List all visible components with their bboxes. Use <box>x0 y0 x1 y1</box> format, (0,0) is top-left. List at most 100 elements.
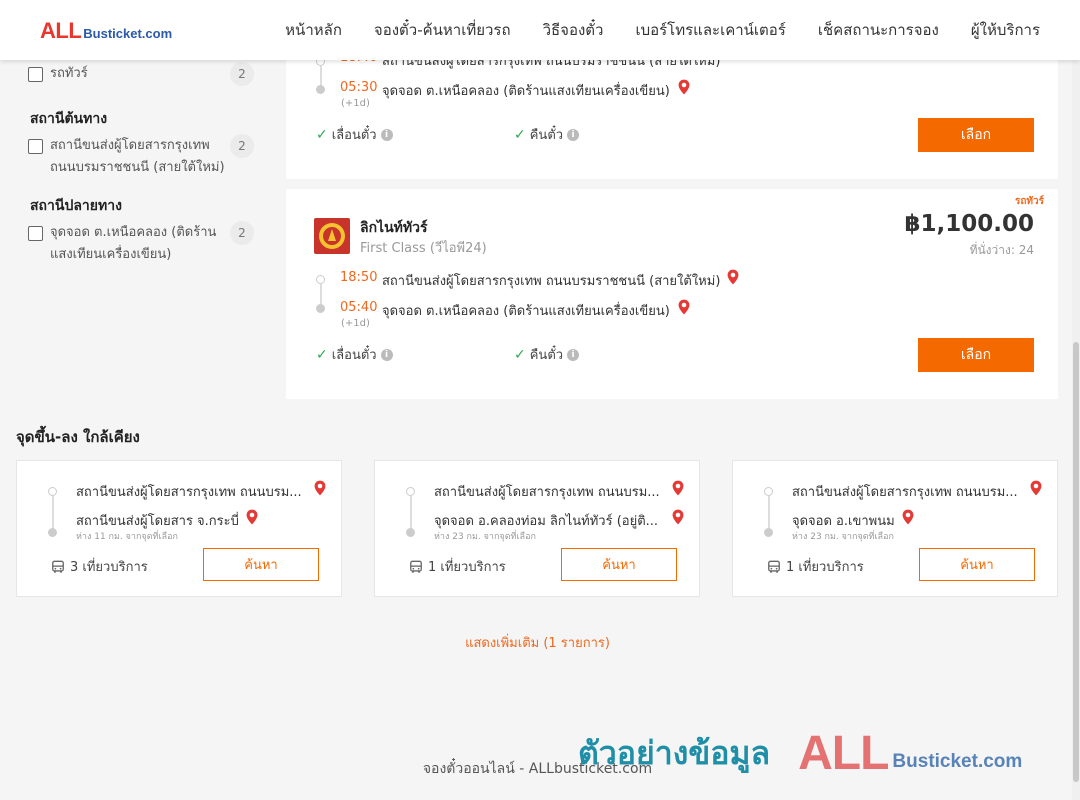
next-day-label: (+1d) <box>341 318 370 329</box>
logo-busticket-text: Busticket.com <box>83 26 173 41</box>
vehicle-type-tag: รถทัวร์ <box>1014 196 1044 207</box>
top-header: ALL Busticket.com หน้าหลัก จองตั๋ว-ค้นหา… <box>0 0 1080 60</box>
nearby-search-button[interactable]: ค้นหา <box>919 548 1035 581</box>
info-icon[interactable]: i <box>380 348 393 361</box>
feature-label: คืนตั๋ว <box>529 348 564 363</box>
feature-change-ticket: ✓ เลื่อนตั๋ว i <box>316 344 393 365</box>
departure-station: สถานีขนส่งผู้โดยสารกรุงเทพ ถนนบรมราชชนนี… <box>382 274 721 289</box>
trip-count-label: 1 เที่ยวบริการ <box>428 560 506 575</box>
nav-home[interactable]: หน้าหลัก <box>285 18 342 42</box>
feature-label: เลื่อนตั๋ว <box>331 128 377 143</box>
nearby-from-station: สถานีขนส่งผู้โดยสารกรุงเทพ ถนนบรม... <box>434 485 660 500</box>
route-end-dot <box>48 528 57 537</box>
feature-refund-ticket: ✓ คืนตั๋ว i <box>514 344 580 365</box>
operator-name: ลิกไนท์ทัวร์ <box>360 220 428 236</box>
filter-label: รถทัวร์ <box>50 66 88 81</box>
arrival-station: จุดจอด ต.เหนือคลอง (ติดร้านแสงเทียนเครื่… <box>382 84 670 99</box>
map-pin-icon[interactable] <box>677 79 691 95</box>
feature-change-ticket: ✓ เลื่อนตั๋ว i <box>316 124 393 145</box>
filter-origin-station[interactable]: สถานีขนส่งผู้โดยสารกรุงเทพ ถนนบรมราชชนนี… <box>28 134 254 175</box>
filter-destination-station[interactable]: จุดจอด ต.เหนือคลอง (ติดร้านแสงเทียนเครื่… <box>28 221 254 262</box>
filter-checkbox[interactable] <box>28 139 43 154</box>
route-line <box>768 496 770 532</box>
nearby-search-button[interactable]: ค้นหา <box>561 548 677 581</box>
check-icon: ✓ <box>316 346 328 363</box>
nav-book-search[interactable]: จองตั๋ว-ค้นหาเที่ยวรถ <box>374 18 511 42</box>
nav-how-to-book[interactable]: วิธีจองตั๋ว <box>543 18 604 42</box>
nearby-from-station: สถานีขนส่งผู้โดยสารกรุงเทพ ถนนบรม... <box>76 485 302 500</box>
nearby-from-station: สถานีขนส่งผู้โดยสารกรุงเทพ ถนนบรม... <box>792 485 1018 500</box>
map-pin-icon[interactable] <box>901 509 915 525</box>
page-scrollbar-thumb[interactable] <box>1073 342 1079 782</box>
nearby-to-station: จุดจอด อ.เขาพนม <box>792 514 895 529</box>
filter-vehicle-tour[interactable]: รถทัวร์ 2 <box>28 62 254 86</box>
bus-class: First Class (วีไอพี24) <box>360 241 487 256</box>
trip-count-label: 1 เที่ยวบริการ <box>786 560 864 575</box>
map-pin-icon[interactable] <box>671 509 685 525</box>
trip-count-label: 3 เที่ยวบริการ <box>70 560 148 575</box>
next-day-label: (+1d) <box>341 98 370 109</box>
info-icon[interactable]: i <box>380 128 393 141</box>
bus-icon <box>767 560 781 574</box>
info-icon[interactable]: i <box>567 348 580 361</box>
count-badge: 2 <box>230 62 254 86</box>
map-pin-icon[interactable] <box>677 299 691 315</box>
site-logo[interactable]: ALL Busticket.com <box>40 18 172 44</box>
departure-time: 18:50 <box>340 270 378 285</box>
main-nav: หน้าหลัก จองตั๋ว-ค้นหาเที่ยวรถ วิธีจองตั… <box>285 0 1040 60</box>
route-start-dot <box>406 487 415 496</box>
route-end-dot <box>316 85 325 94</box>
nearby-search-button[interactable]: ค้นหา <box>203 548 319 581</box>
nearby-to-station: จุดจอด อ.คลองท่อม ลิกไนท์ทัวร์ (อยู่ติ..… <box>434 514 659 529</box>
origin-station-heading: สถานีต้นทาง <box>30 111 108 127</box>
info-icon[interactable]: i <box>567 128 580 141</box>
route-line <box>320 66 322 86</box>
route-start-dot <box>764 487 773 496</box>
map-pin-icon[interactable] <box>245 509 259 525</box>
nearby-distance: ห่าง 23 กม. จากจุดที่เลือก <box>792 532 894 542</box>
ticket-price: ฿1,100.00 <box>904 211 1035 237</box>
operator-emblem-icon <box>319 223 345 249</box>
route-start-dot <box>316 275 325 284</box>
nearby-trip-count: 3 เที่ยวบริการ <box>51 556 148 577</box>
select-trip-button[interactable]: เลือก <box>918 338 1034 372</box>
arrival-time: 05:40 <box>340 300 378 315</box>
feature-label: เลื่อนตั๋ว <box>331 348 377 363</box>
seats-available: ที่นั่งว่าง: 24 <box>969 243 1034 257</box>
show-more-link[interactable]: แสดงเพิ่มเติม (1 รายการ) <box>0 632 1075 653</box>
check-icon: ✓ <box>316 126 328 143</box>
route-start-dot <box>48 487 57 496</box>
operator-logo <box>314 218 350 254</box>
nav-check-status[interactable]: เช็คสถานะการจอง <box>818 18 939 42</box>
nearby-card-1: สถานีขนส่งผู้โดยสารกรุงเทพ ถนนบรม... สถา… <box>16 460 342 597</box>
nearby-card-3: สถานีขนส่งผู้โดยสารกรุงเทพ ถนนบรม... จุด… <box>732 460 1058 597</box>
nearby-card-2: สถานีขนส่งผู้โดยสารกรุงเทพ ถนนบรม... จุด… <box>374 460 700 597</box>
map-pin-icon[interactable] <box>671 480 685 496</box>
map-pin-icon[interactable] <box>726 269 740 285</box>
nav-phone-counter[interactable]: เบอร์โทรและเคาน์เตอร์ <box>635 18 785 42</box>
filter-checkbox[interactable] <box>28 67 43 82</box>
map-pin-icon[interactable] <box>1029 480 1043 496</box>
select-trip-button[interactable]: เลือก <box>918 118 1034 152</box>
check-icon: ✓ <box>514 126 526 143</box>
count-badge: 2 <box>230 134 254 158</box>
bus-icon <box>409 560 423 574</box>
footer-text: จองตั๋วออนไลน์ - ALLbusticket.com <box>422 761 653 777</box>
feature-refund-ticket: ✓ คืนตั๋ว i <box>514 124 580 145</box>
check-icon: ✓ <box>514 346 526 363</box>
filter-label: จุดจอด ต.เหนือคลอง (ติดร้านแสงเทียนเครื่… <box>50 225 217 262</box>
filter-label: สถานีขนส่งผู้โดยสารกรุงเทพ ถนนบรมราชชนนี… <box>50 138 225 175</box>
trip-card-2: รถทัวร์ ลิกไนท์ทัวร์ First Class (วีไอพี… <box>286 189 1058 399</box>
filter-checkbox[interactable] <box>28 226 43 241</box>
destination-station-heading: สถานีปลายทาง <box>30 198 122 214</box>
nearby-trip-count: 1 เที่ยวบริการ <box>767 556 864 577</box>
count-badge: 2 <box>230 221 254 245</box>
nearby-to-station: สถานีขนส่งผู้โดยสาร จ.กระบี่ <box>76 514 239 529</box>
arrival-time: 05:30 <box>340 80 378 95</box>
route-line <box>410 496 412 532</box>
route-end-dot <box>764 528 773 537</box>
arrival-station: จุดจอด ต.เหนือคลอง (ติดร้านแสงเทียนเครื่… <box>382 304 670 319</box>
feature-label: คืนตั๋ว <box>529 128 564 143</box>
map-pin-icon[interactable] <box>313 480 327 496</box>
nav-operators[interactable]: ผู้ให้บริการ <box>971 18 1040 42</box>
